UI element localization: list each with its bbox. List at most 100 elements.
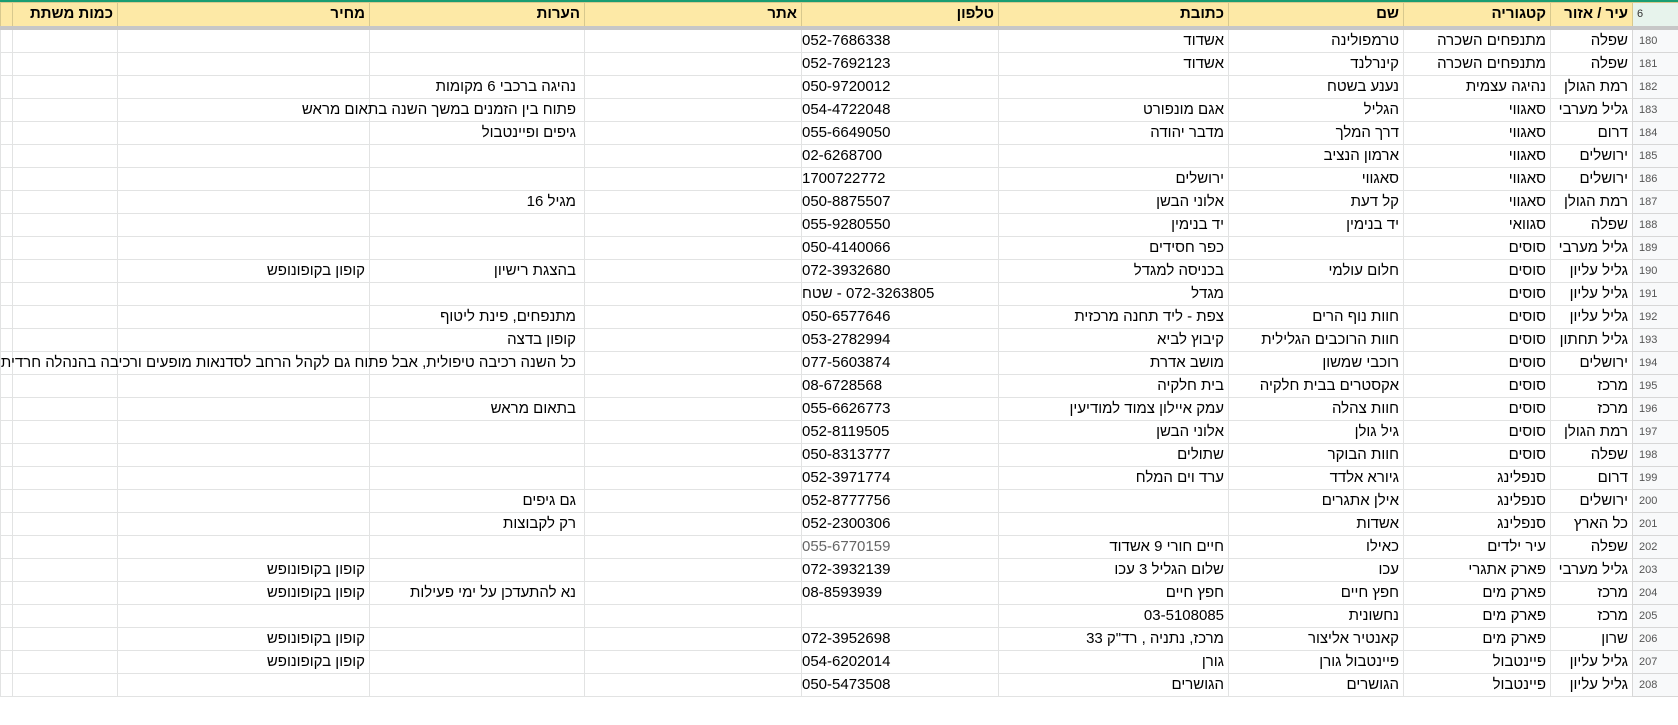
cell-phone[interactable]: 055-9280550 bbox=[801, 212, 999, 237]
cell-name[interactable]: קל דעת bbox=[1228, 189, 1404, 214]
row-number-cell[interactable]: 197 bbox=[1632, 419, 1678, 444]
cell-phone[interactable]: 054-4722048 bbox=[801, 97, 999, 122]
cell-address[interactable]: אלוני הבשן bbox=[998, 189, 1229, 214]
cell-name[interactable]: נענע בשטח bbox=[1228, 74, 1404, 99]
cell-participants[interactable] bbox=[12, 557, 118, 582]
cell-name[interactable]: כאילו bbox=[1228, 534, 1404, 559]
cell-notes[interactable]: מגיל 16 bbox=[369, 189, 585, 214]
cell-extra[interactable] bbox=[0, 396, 13, 421]
cell-phone[interactable]: 050-8875507 bbox=[801, 189, 999, 214]
cell-name[interactable]: קינרלנד bbox=[1228, 51, 1404, 76]
cell-category[interactable]: סוסים bbox=[1403, 442, 1551, 467]
cell-participants[interactable] bbox=[12, 373, 118, 398]
cell-extra[interactable] bbox=[0, 649, 13, 674]
cell-participants[interactable] bbox=[12, 258, 118, 283]
cell-notes[interactable] bbox=[369, 465, 585, 490]
cell-site[interactable] bbox=[584, 51, 802, 76]
cell-price[interactable] bbox=[117, 442, 370, 467]
cell-notes[interactable]: נא להתעדכן על ימי פעילות bbox=[369, 580, 585, 605]
cell-city[interactable]: ירושלים bbox=[1550, 166, 1633, 191]
cell-extra[interactable] bbox=[0, 74, 13, 99]
row-number-cell[interactable]: 200 bbox=[1632, 488, 1678, 513]
cell-notes[interactable] bbox=[369, 51, 585, 76]
row-number-cell[interactable]: 194 bbox=[1632, 350, 1678, 375]
row-number-cell[interactable]: 180 bbox=[1632, 27, 1678, 53]
row-number-cell[interactable]: 191 bbox=[1632, 281, 1678, 306]
cell-address[interactable]: צפת - ליד תחנה מרכזית bbox=[998, 304, 1229, 329]
cell-category[interactable]: סוסים bbox=[1403, 419, 1551, 444]
cell-price[interactable] bbox=[117, 212, 370, 237]
cell-name[interactable]: חוות נוף הרים bbox=[1228, 304, 1404, 329]
cell-category[interactable]: סוסים bbox=[1403, 396, 1551, 421]
cell-city[interactable]: מרכז bbox=[1550, 603, 1633, 628]
row-number-cell[interactable]: 193 bbox=[1632, 327, 1678, 352]
cell-category[interactable]: סגוואי bbox=[1403, 212, 1551, 237]
cell-phone[interactable]: 052-8777756 bbox=[801, 488, 999, 513]
row-number-cell[interactable]: 182 bbox=[1632, 74, 1678, 99]
cell-city[interactable]: גליל תחתון bbox=[1550, 327, 1633, 352]
cell-name[interactable]: חוות צהלה bbox=[1228, 396, 1404, 421]
cell-address[interactable]: ירושלים bbox=[998, 166, 1229, 191]
cell-category[interactable]: סנפלינג bbox=[1403, 488, 1551, 513]
cell-phone[interactable]: 055-6626773 bbox=[801, 396, 999, 421]
cell-name[interactable]: חוות הרוכבים הגלילית bbox=[1228, 327, 1404, 352]
cell-participants[interactable] bbox=[12, 327, 118, 352]
cell-participants[interactable] bbox=[12, 189, 118, 214]
cell-phone[interactable]: 055-6770159 bbox=[801, 534, 999, 559]
cell-city[interactable]: שרון bbox=[1550, 626, 1633, 651]
cell-notes[interactable] bbox=[369, 419, 585, 444]
cell-name[interactable]: קאנטיר אליצור bbox=[1228, 626, 1404, 651]
cell-participants[interactable] bbox=[12, 511, 118, 536]
cell-extra[interactable] bbox=[0, 235, 13, 260]
cell-name[interactable]: רוכבי שמשון bbox=[1228, 350, 1404, 375]
cell-extra[interactable] bbox=[0, 373, 13, 398]
cell-name[interactable]: אילן אתגרים bbox=[1228, 488, 1404, 513]
cell-phone[interactable]: 072-3263805 - שטח bbox=[801, 281, 999, 306]
cell-participants[interactable] bbox=[12, 442, 118, 467]
cell-price[interactable] bbox=[117, 74, 370, 99]
cell-phone[interactable]: 072-3932139 bbox=[801, 557, 999, 582]
row-number-cell[interactable]: 203 bbox=[1632, 557, 1678, 582]
cell-participants[interactable] bbox=[12, 649, 118, 674]
cell-extra[interactable] bbox=[0, 258, 13, 283]
cell-site[interactable] bbox=[584, 281, 802, 306]
cell-price[interactable] bbox=[117, 672, 370, 697]
cell-site[interactable] bbox=[584, 488, 802, 513]
cell-notes[interactable]: קופון בדצה bbox=[369, 327, 585, 352]
cell-city[interactable]: רמת הגולן bbox=[1550, 189, 1633, 214]
row-number-cell[interactable]: 195 bbox=[1632, 373, 1678, 398]
cell-price[interactable]: קופון בקופונופש bbox=[117, 626, 370, 651]
cell-participants[interactable] bbox=[12, 212, 118, 237]
row-number-cell[interactable]: 205 bbox=[1632, 603, 1678, 628]
cell-city[interactable]: גליל עליון bbox=[1550, 649, 1633, 674]
cell-notes[interactable] bbox=[369, 27, 585, 53]
cell-address[interactable]: כפר חסידים bbox=[998, 235, 1229, 260]
cell-city[interactable]: שפלה bbox=[1550, 442, 1633, 467]
row-number-cell[interactable]: 208 bbox=[1632, 672, 1678, 697]
cell-phone[interactable]: 054-6202014 bbox=[801, 649, 999, 674]
cell-name[interactable]: ארמון הנציב bbox=[1228, 143, 1404, 168]
cell-notes[interactable]: מתנפחים, פינת ליטוף bbox=[369, 304, 585, 329]
cell-phone[interactable]: 055-6649050 bbox=[801, 120, 999, 145]
cell-price[interactable] bbox=[117, 143, 370, 168]
column-header-category[interactable]: קטגוריה bbox=[1403, 2, 1551, 30]
cell-city[interactable]: דרום bbox=[1550, 465, 1633, 490]
cell-address[interactable]: אשדוד bbox=[998, 27, 1229, 53]
cell-site[interactable] bbox=[584, 373, 802, 398]
row-number-cell[interactable]: 185 bbox=[1632, 143, 1678, 168]
column-header-address[interactable]: כתובת bbox=[998, 2, 1229, 30]
cell-address[interactable]: ערד וים המלח bbox=[998, 465, 1229, 490]
cell-address[interactable]: יד בנימין bbox=[998, 212, 1229, 237]
cell-notes[interactable] bbox=[369, 534, 585, 559]
row-number-cell[interactable]: 187 bbox=[1632, 189, 1678, 214]
cell-extra[interactable] bbox=[0, 580, 13, 605]
cell-site[interactable] bbox=[584, 350, 802, 375]
cell-city[interactable]: גליל מערבי bbox=[1550, 557, 1633, 582]
row-number-header[interactable]: 6 bbox=[1632, 2, 1678, 30]
cell-site[interactable] bbox=[584, 672, 802, 697]
cell-participants[interactable] bbox=[12, 143, 118, 168]
cell-city[interactable]: שפלה bbox=[1550, 27, 1633, 53]
cell-site[interactable] bbox=[584, 603, 802, 628]
cell-name[interactable]: יד בנימין bbox=[1228, 212, 1404, 237]
cell-site[interactable] bbox=[584, 327, 802, 352]
